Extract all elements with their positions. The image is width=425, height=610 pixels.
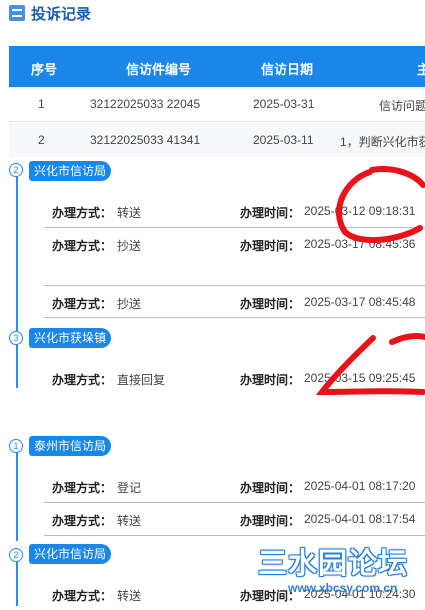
- forum-watermark: 三水园论坛 www.xbcsy.com.cn: [252, 540, 425, 606]
- watermark-title: 三水园论坛: [258, 548, 409, 580]
- watermark-url: www.xbcsy.com.cn: [288, 581, 398, 595]
- annotation-marks: [315, 166, 425, 396]
- annotation-circle-mark: [336, 166, 425, 244]
- annotation-angle-mark: [315, 333, 425, 396]
